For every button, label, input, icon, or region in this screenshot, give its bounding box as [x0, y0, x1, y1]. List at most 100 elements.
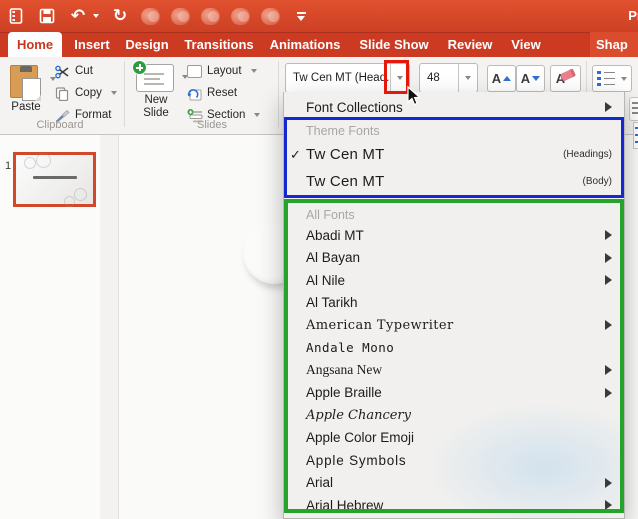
reset-label: Reset — [207, 87, 238, 99]
font-size-combo[interactable]: 48 — [419, 63, 478, 93]
menu-item-font[interactable]: Al Tarikh — [284, 291, 624, 314]
submenu-arrow-icon — [605, 477, 612, 488]
menu-item-font[interactable]: Al Bayan — [284, 246, 624, 269]
menu-item-font[interactable]: Arial — [284, 471, 624, 494]
slide-thumbnail-pane: 1 — [0, 134, 101, 519]
submenu-arrow-icon — [605, 387, 612, 398]
undo-dropdown-caret[interactable] — [93, 14, 99, 18]
align-button-fragment[interactable] — [629, 97, 638, 121]
copy-icon — [55, 86, 70, 101]
copy-dropdown-caret[interactable] — [110, 91, 117, 95]
layout-dropdown-caret[interactable] — [250, 69, 257, 73]
save-icon[interactable] — [37, 6, 57, 26]
submenu-arrow-icon — [605, 320, 612, 330]
menu-item-font[interactable]: Arial Hebrew — [284, 494, 624, 516]
menu-item-font[interactable]: Apple Chancery — [284, 404, 624, 426]
bullets-dropdown-caret[interactable] — [620, 76, 627, 81]
theme-fonts-header: Theme Fonts — [306, 124, 380, 138]
new-slide-label: New Slide — [143, 94, 169, 120]
thumbnail-title-text — [33, 176, 77, 179]
font-size-value: 48 — [427, 72, 440, 84]
document-title: Pr — [628, 8, 638, 23]
tab-shape-format[interactable]: Shap — [596, 32, 638, 57]
submenu-arrow-icon — [605, 252, 612, 263]
menu-item-font[interactable]: Apple Braille — [284, 381, 624, 404]
tab-transitions[interactable]: Transitions — [181, 32, 257, 57]
cut-button[interactable]: Cut — [55, 64, 93, 78]
grow-font-icon — [503, 76, 512, 81]
scissors-icon — [55, 65, 70, 78]
clipboard-group-label: Clipboard — [36, 119, 84, 131]
slides-group-label: Slides — [197, 119, 227, 131]
tab-slide-show[interactable]: Slide Show — [354, 32, 434, 57]
paste-label: Paste — [11, 101, 41, 113]
reset-icon — [187, 87, 202, 100]
disabled-toolbar-icon — [201, 7, 220, 25]
body-tag: (Body) — [582, 176, 612, 187]
toolbar-overflow-icon[interactable] — [291, 6, 311, 26]
redo-icon[interactable]: ↻ — [110, 6, 130, 26]
clear-formatting-button[interactable]: A — [550, 65, 581, 92]
eraser-icon — [560, 67, 577, 82]
submenu-arrow-icon — [605, 230, 612, 240]
submenu-arrow-icon — [605, 500, 612, 510]
powerpoint-window: ↶ ↻ Pr Home Insert Design Transitions An… — [0, 0, 638, 519]
menu-item-font[interactable]: Al Nile — [284, 269, 624, 291]
shrink-font-icon — [532, 76, 541, 81]
submenu-arrow-icon — [605, 102, 612, 112]
menu-item-font[interactable]: Apple Symbols — [284, 449, 624, 471]
bullets-button[interactable] — [592, 65, 632, 92]
new-presentation-icon[interactable] — [6, 6, 26, 26]
menu-item-theme-font-body[interactable]: Tw Cen MT (Body) — [284, 168, 624, 195]
copy-label: Copy — [75, 87, 102, 99]
numbering-button-fragment[interactable] — [633, 122, 638, 149]
slide-thumbnail[interactable] — [13, 152, 96, 207]
tab-animations[interactable]: Animations — [264, 32, 346, 57]
all-fonts-header: All Fonts — [306, 207, 355, 222]
layout-label: Layout — [207, 65, 242, 77]
mouse-cursor — [406, 85, 422, 113]
font-name-combo[interactable]: Tw Cen MT (Head... — [285, 63, 410, 93]
reset-button[interactable]: Reset — [187, 86, 237, 100]
submenu-arrow-icon — [605, 275, 612, 285]
disabled-toolbar-icon — [231, 7, 250, 25]
menu-item-font[interactable]: Apple Color Emoji — [284, 426, 624, 449]
checkmark-icon: ✓ — [290, 146, 301, 162]
shrink-font-button[interactable]: A — [516, 65, 545, 92]
undo-icon[interactable]: ↶ — [68, 6, 88, 26]
menu-item-theme-font-headings[interactable]: ✓ Tw Cen MT (Headings) — [284, 141, 624, 168]
font-size-dropdown-button[interactable] — [458, 64, 477, 92]
cut-label: Cut — [75, 65, 93, 77]
menu-item-font[interactable]: Andale Mono — [284, 336, 624, 359]
menu-item-font[interactable]: Angsana New — [284, 359, 624, 381]
disabled-toolbar-icon — [261, 7, 280, 25]
new-slide-button[interactable]: New Slide — [132, 60, 190, 124]
submenu-arrow-icon — [605, 365, 612, 375]
quick-access-toolbar: ↶ ↻ — [6, 4, 311, 28]
slide-number: 1 — [5, 160, 12, 172]
layout-icon — [187, 64, 202, 78]
paste-icon — [10, 65, 41, 101]
font-dropdown-menu: Font Collections Theme Fonts ✓ Tw Cen MT… — [283, 92, 625, 519]
tab-view[interactable]: View — [506, 32, 546, 57]
section-dropdown-caret[interactable] — [254, 113, 261, 117]
copy-button[interactable]: Copy — [55, 86, 117, 101]
menu-item-font[interactable]: American Typewriter — [284, 314, 624, 336]
bullets-icon — [597, 70, 615, 87]
disabled-toolbar-icon — [141, 7, 160, 25]
paste-button[interactable]: Paste — [8, 61, 56, 119]
ribbon-tab-bar: Home Insert Design Transitions Animation… — [0, 32, 638, 57]
tab-home[interactable]: Home — [8, 32, 62, 57]
grow-font-button[interactable]: A — [487, 65, 516, 92]
menu-item-font-collections[interactable]: Font Collections — [284, 95, 624, 119]
tab-insert[interactable]: Insert — [70, 32, 114, 57]
layout-button[interactable]: Layout — [187, 64, 257, 78]
menu-item-font[interactable]: Abadi MT — [284, 224, 624, 246]
disabled-toolbar-icon — [171, 7, 190, 25]
font-name-value: Tw Cen MT (Head... — [293, 72, 390, 84]
tab-review[interactable]: Review — [442, 32, 498, 57]
plus-icon — [132, 60, 147, 75]
headings-tag: (Headings) — [563, 149, 612, 160]
tab-design[interactable]: Design — [122, 32, 172, 57]
title-bar: ↶ ↻ Pr — [0, 0, 638, 32]
